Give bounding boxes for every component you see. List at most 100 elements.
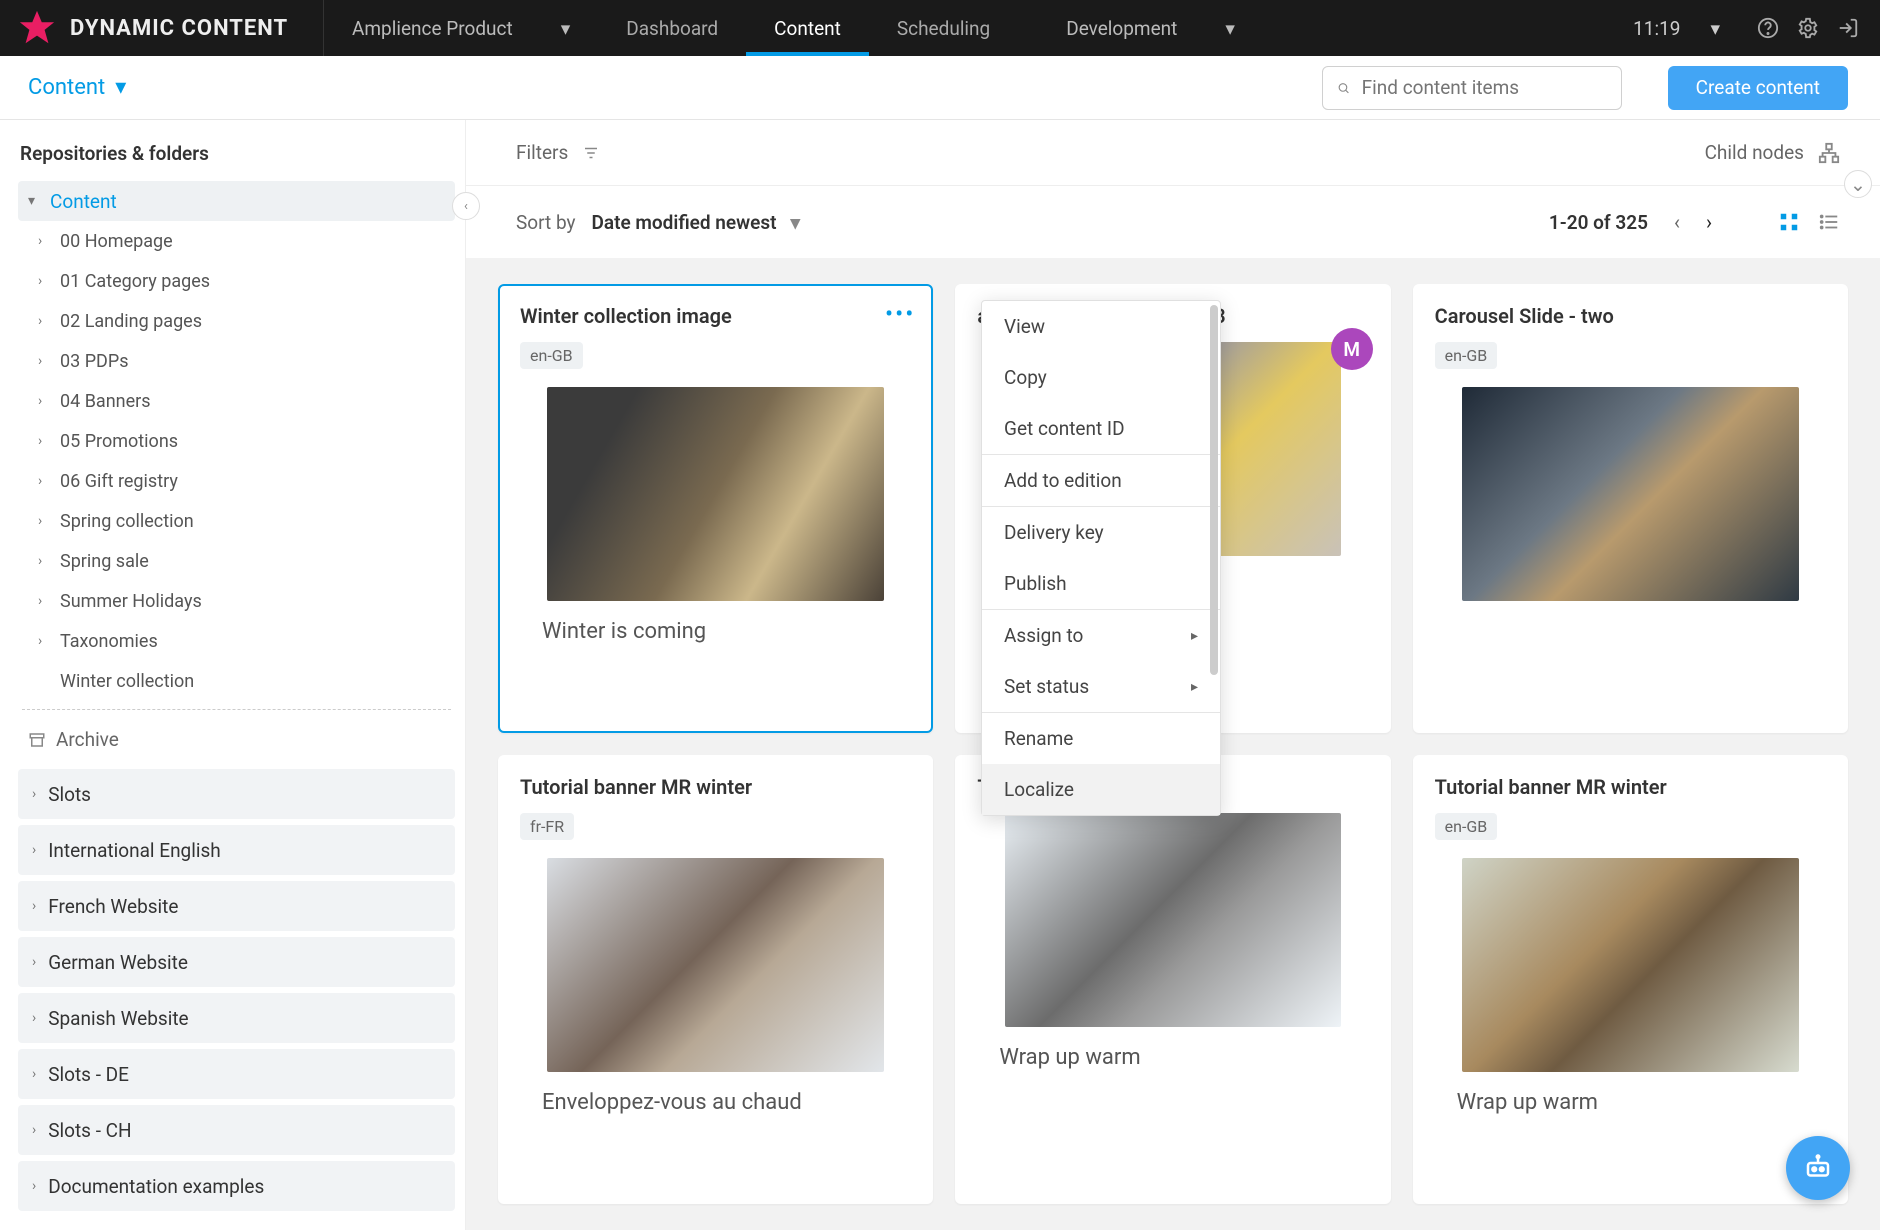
card-title: Winter collection image [520, 304, 911, 328]
cards-grid: View Copy Get content ID Add to edition … [466, 258, 1880, 1230]
scrollbar[interactable] [1210, 305, 1218, 675]
chevron-right-icon: › [32, 842, 36, 858]
tree-item[interactable]: ›Summer Holidays [18, 581, 455, 621]
environment-selector[interactable]: Development ▾ [1038, 17, 1263, 40]
card-thumbnail [1462, 387, 1799, 601]
tab-content[interactable]: Content [746, 0, 869, 56]
archive-icon [28, 731, 46, 749]
chevron-right-icon: › [38, 313, 60, 329]
tree-item[interactable]: ›01 Category pages [18, 261, 455, 301]
collapse-sidebar-button[interactable]: ‹ [452, 192, 480, 220]
repo-item[interactable]: ›Slots - DE [18, 1049, 455, 1099]
ctx-delivery-key[interactable]: Delivery key [982, 507, 1220, 558]
tree-root-content[interactable]: ▾ Content [18, 181, 455, 221]
clock[interactable]: 11:19 ▾ [1633, 17, 1720, 40]
product-selector[interactable]: Amplience Product ▾ [324, 17, 598, 40]
repo-item[interactable]: ›Documentation examples [18, 1161, 455, 1211]
card-caption: Wrap up warm [1435, 1090, 1826, 1115]
repo-item[interactable]: ›Spanish Website [18, 993, 455, 1043]
tree-root-label: Content [50, 190, 117, 213]
create-content-button[interactable]: Create content [1668, 66, 1848, 110]
ctx-publish[interactable]: Publish [982, 558, 1220, 609]
environment-name: Development [1066, 17, 1177, 40]
sort-value: Date modified newest [592, 211, 777, 234]
list-view-button[interactable] [1818, 211, 1840, 233]
chevron-right-icon: › [32, 1122, 36, 1138]
tree-item[interactable]: ›Taxonomies [18, 621, 455, 661]
repo-item[interactable]: › International English [18, 825, 455, 875]
filters-label: Filters [516, 141, 568, 164]
top-nav: DYNAMIC CONTENT Amplience Product ▾ Dash… [0, 0, 1880, 56]
repo-item[interactable]: ›Slots - CH [18, 1105, 455, 1155]
tree-item[interactable]: ›Spring collection [18, 501, 455, 541]
sidebar-heading: Repositories & folders [20, 142, 455, 165]
tree-item-label: 06 Gift registry [60, 471, 178, 492]
tree-item[interactable]: ›02 Landing pages [18, 301, 455, 341]
repo-label: International English [48, 839, 221, 862]
chevron-right-icon: › [32, 1178, 36, 1194]
repo-label: Spanish Website [48, 1007, 188, 1030]
ctx-get-id[interactable]: Get content ID [982, 403, 1220, 454]
ctx-localize[interactable]: Localize [982, 764, 1220, 815]
ctx-rename[interactable]: Rename [982, 713, 1220, 764]
sort-dropdown[interactable]: Date modified newest ▾ [592, 211, 801, 234]
chevron-right-icon: ▸ [1191, 628, 1198, 644]
chevron-down-icon: ▾ [1225, 17, 1235, 40]
ctx-set-status[interactable]: Set status▸ [982, 661, 1220, 712]
settings-icon[interactable] [1792, 12, 1824, 44]
tab-dashboard[interactable]: Dashboard [598, 0, 746, 56]
content-card[interactable]: Tutorial banner MR winteren-GBWrap up wa… [1413, 755, 1848, 1204]
tree-item[interactable]: ›05 Promotions [18, 421, 455, 461]
card-caption: Wrap up warm [977, 1045, 1368, 1070]
child-nodes-toggle[interactable]: Child nodes [1705, 141, 1840, 164]
primary-tabs: Dashboard Content Scheduling [598, 0, 1018, 56]
ctx-assign-to[interactable]: Assign to▸ [982, 610, 1220, 661]
tree-item-winter-collection[interactable]: Winter collection [18, 661, 455, 701]
ctx-copy[interactable]: Copy [982, 352, 1220, 403]
repo-item[interactable]: ›German Website [18, 937, 455, 987]
search-icon [1337, 78, 1350, 98]
brand-logo-icon [18, 9, 56, 47]
chevron-right-icon: › [38, 553, 60, 569]
tree-item-label: 04 Banners [60, 391, 151, 412]
archive-label: Archive [56, 728, 119, 751]
tree-item[interactable]: ›00 Homepage [18, 221, 455, 261]
grid-view-button[interactable] [1778, 211, 1800, 233]
content-card[interactable]: Winter collection image•••en-GBWinter is… [498, 284, 933, 733]
tree-item[interactable]: ›03 PDPs [18, 341, 455, 381]
tree-item[interactable]: ›Spring sale [18, 541, 455, 581]
brand-name: DYNAMIC CONTENT [70, 16, 288, 41]
tree-item[interactable]: ›04 Banners [18, 381, 455, 421]
next-page-button[interactable]: › [1706, 210, 1712, 234]
search-box[interactable] [1322, 66, 1622, 110]
chevron-right-icon: › [38, 633, 60, 649]
chevron-right-icon: › [38, 473, 60, 489]
tab-scheduling[interactable]: Scheduling [869, 0, 1018, 56]
prev-page-button[interactable]: ‹ [1674, 210, 1680, 234]
tree-item[interactable]: ›06 Gift registry [18, 461, 455, 501]
chat-assistant-button[interactable] [1786, 1136, 1850, 1200]
chevron-right-icon: › [38, 593, 60, 609]
content-card[interactable]: Carousel Slide - twoen-GB [1413, 284, 1848, 733]
search-input[interactable] [1362, 76, 1607, 99]
ctx-add-to-edition[interactable]: Add to edition [982, 455, 1220, 506]
repo-item[interactable]: ›French Website [18, 881, 455, 931]
chevron-right-icon: › [38, 353, 60, 369]
ctx-view[interactable]: View [982, 301, 1220, 352]
card-menu-button[interactable]: ••• [885, 300, 915, 328]
pagination-counts: 1-20 of 325 [1549, 211, 1648, 234]
product-name: Amplience Product [352, 17, 513, 40]
expand-button[interactable]: ⌄ [1844, 170, 1872, 198]
repo-item[interactable]: ›Slots [18, 769, 455, 819]
help-icon[interactable] [1752, 12, 1784, 44]
archive-row[interactable]: Archive [18, 718, 455, 763]
content-card[interactable]: Tutorial banner MR winterWrap up warm [955, 755, 1390, 1204]
scope-dropdown[interactable]: Content ▾ [28, 75, 126, 100]
logout-icon[interactable] [1832, 12, 1864, 44]
chevron-right-icon: › [38, 513, 60, 529]
repo-label: French Website [48, 895, 178, 918]
card-thumbnail [547, 387, 884, 601]
content-card[interactable]: Tutorial banner MR winterfr-FREnveloppez… [498, 755, 933, 1204]
filters-button[interactable]: Filters [516, 141, 600, 164]
chevron-right-icon: › [38, 433, 60, 449]
